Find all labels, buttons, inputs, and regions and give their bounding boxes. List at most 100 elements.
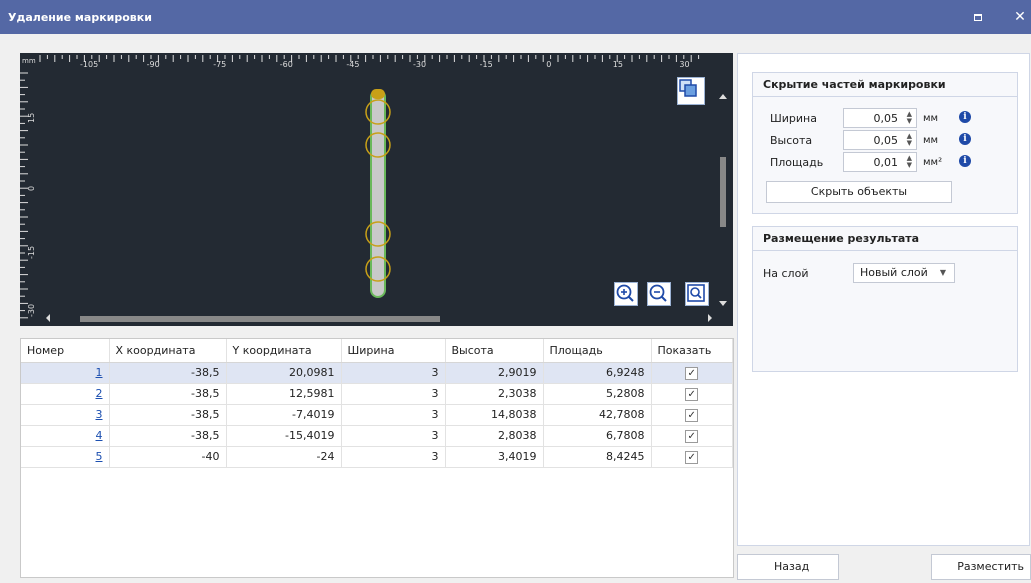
- result-placement-group: Размещение результата На слой Новый слой…: [752, 226, 1018, 372]
- layer-select[interactable]: Новый слой ▼: [853, 263, 955, 283]
- table-row[interactable]: 2 -38,5 12,5981 3 2,3038 5,2808 ✓: [21, 383, 733, 405]
- area-info-icon[interactable]: i: [959, 155, 971, 167]
- left-ruler: 15 0 -15 -30: [20, 72, 36, 319]
- height-label: Высота: [770, 134, 813, 147]
- show-checkbox[interactable]: ✓: [685, 387, 699, 401]
- ruler-x-label: -105: [80, 60, 98, 69]
- cell-number: 3: [21, 404, 110, 426]
- ruler-x-label: -45: [346, 60, 359, 69]
- row-number-link[interactable]: 1: [96, 366, 103, 379]
- hide-parts-title: Скрытие частей маркировки: [753, 73, 1017, 97]
- cell-show: ✓: [651, 404, 733, 426]
- ruler-x-label: 15: [613, 60, 623, 69]
- cell-w: 3: [341, 383, 446, 405]
- zoom-out-icon: [649, 284, 667, 302]
- table-row[interactable]: 4 -38,5 -15,4019 3 2,8038 6,7808 ✓: [21, 425, 733, 447]
- ruler-x-label: -30: [413, 60, 426, 69]
- cell-y: 20,0981: [226, 362, 342, 384]
- table-row[interactable]: 5 -40 -24 3 3,4019 8,4245 ✓: [21, 446, 733, 468]
- vertical-scroll-thumb[interactable]: [720, 157, 726, 227]
- cell-y: -7,4019: [226, 404, 342, 426]
- marking-shape[interactable]: [370, 89, 386, 298]
- spinner-arrows-icon[interactable]: ▲ ▼: [907, 155, 912, 169]
- cell-w: 3: [341, 446, 446, 468]
- height-unit: мм: [923, 135, 939, 146]
- ruler-x-label: -90: [147, 60, 160, 69]
- cell-area: 42,7808: [543, 404, 652, 426]
- layers-icon: [679, 79, 697, 97]
- column-header-show[interactable]: Показать: [651, 339, 733, 363]
- marking-parts-table: Номер X координата Y координата Ширина В…: [20, 338, 734, 578]
- chevron-down-icon: ▼: [939, 268, 946, 277]
- cell-x: -38,5: [109, 383, 227, 405]
- layers-button[interactable]: [677, 77, 705, 105]
- zoom-fit-button[interactable]: [685, 282, 709, 306]
- place-button[interactable]: Разместить: [931, 554, 1031, 580]
- cell-x: -38,5: [109, 425, 227, 447]
- cell-y: -15,4019: [226, 425, 342, 447]
- area-spinner[interactable]: 0,01 ▲ ▼: [843, 152, 917, 172]
- zoom-out-button[interactable]: [647, 282, 671, 306]
- height-spinner[interactable]: 0,05 ▲ ▼: [843, 130, 917, 150]
- cell-show: ✓: [651, 446, 733, 468]
- height-value: 0,05: [873, 133, 899, 147]
- cell-number: 1: [21, 362, 110, 384]
- cell-h: 2,3038: [445, 383, 544, 405]
- zoom-in-button[interactable]: [614, 282, 638, 306]
- area-label: Площадь: [770, 156, 824, 169]
- cell-x: -40: [109, 446, 227, 468]
- cell-w: 3: [341, 362, 446, 384]
- cell-w: 3: [341, 404, 446, 426]
- close-icon: ✕: [1014, 9, 1026, 25]
- cell-number: 4: [21, 425, 110, 447]
- column-header-x[interactable]: X координата: [109, 339, 227, 363]
- cell-h: 14,8038: [445, 404, 544, 426]
- column-header-area[interactable]: Площадь: [543, 339, 652, 363]
- horizontal-scroll-thumb[interactable]: [80, 316, 440, 322]
- show-checkbox[interactable]: ✓: [685, 408, 699, 422]
- cell-show: ✓: [651, 362, 733, 384]
- scroll-right-icon[interactable]: [708, 314, 712, 322]
- zoom-in-icon: [616, 284, 634, 302]
- ruler-x-label: 30: [679, 60, 689, 69]
- width-info-icon[interactable]: i: [959, 111, 971, 123]
- show-checkbox[interactable]: ✓: [685, 429, 699, 443]
- ruler-x-label: 0: [546, 60, 551, 69]
- column-header-number[interactable]: Номер: [21, 339, 110, 363]
- back-button[interactable]: Назад: [737, 554, 839, 580]
- ruler-y-label: 15: [27, 113, 36, 123]
- row-number-link[interactable]: 2: [96, 387, 103, 400]
- row-number-link[interactable]: 3: [96, 408, 103, 421]
- title-bar: Удаление маркировки ✕: [0, 0, 1031, 34]
- row-number-link[interactable]: 4: [96, 429, 103, 442]
- maximize-icon: [974, 13, 982, 21]
- table-row[interactable]: 3 -38,5 -7,4019 3 14,8038 42,7808 ✓: [21, 404, 733, 426]
- marking-top-highlight: [371, 89, 385, 99]
- ruler-x-label: -15: [480, 60, 493, 69]
- scroll-left-icon[interactable]: [46, 314, 50, 322]
- ruler-unit: mm: [22, 57, 36, 65]
- close-button[interactable]: ✕: [1009, 6, 1031, 28]
- settings-panel: Скрытие частей маркировки Ширина 0,05 ▲ ▼…: [737, 53, 1030, 546]
- spinner-arrows-icon[interactable]: ▲ ▼: [907, 133, 912, 147]
- area-unit: мм²: [923, 157, 943, 168]
- spinner-arrows-icon[interactable]: ▲ ▼: [907, 111, 912, 125]
- show-checkbox[interactable]: ✓: [685, 450, 699, 464]
- column-header-y[interactable]: Y координата: [226, 339, 342, 363]
- row-number-link[interactable]: 5: [96, 450, 103, 463]
- show-checkbox[interactable]: ✓: [685, 366, 699, 380]
- cell-h: 2,8038: [445, 425, 544, 447]
- table-row[interactable]: 1 -38,5 20,0981 3 2,9019 6,9248 ✓: [21, 362, 733, 384]
- column-header-height[interactable]: Высота: [445, 339, 544, 363]
- width-spinner[interactable]: 0,05 ▲ ▼: [843, 108, 917, 128]
- hide-objects-button[interactable]: Скрыть объекты: [766, 181, 952, 203]
- cell-area: 8,4245: [543, 446, 652, 468]
- cell-x: -38,5: [109, 362, 227, 384]
- maximize-button[interactable]: [967, 6, 989, 28]
- cell-y: -24: [226, 446, 342, 468]
- column-header-width[interactable]: Ширина: [341, 339, 446, 363]
- cell-h: 3,4019: [445, 446, 544, 468]
- width-label: Ширина: [770, 112, 817, 125]
- preview-canvas[interactable]: mm -105 -90 -75 -60 -45 -30 -15 0 15 30 15 0 -15 -30: [20, 53, 733, 326]
- height-info-icon[interactable]: i: [959, 133, 971, 145]
